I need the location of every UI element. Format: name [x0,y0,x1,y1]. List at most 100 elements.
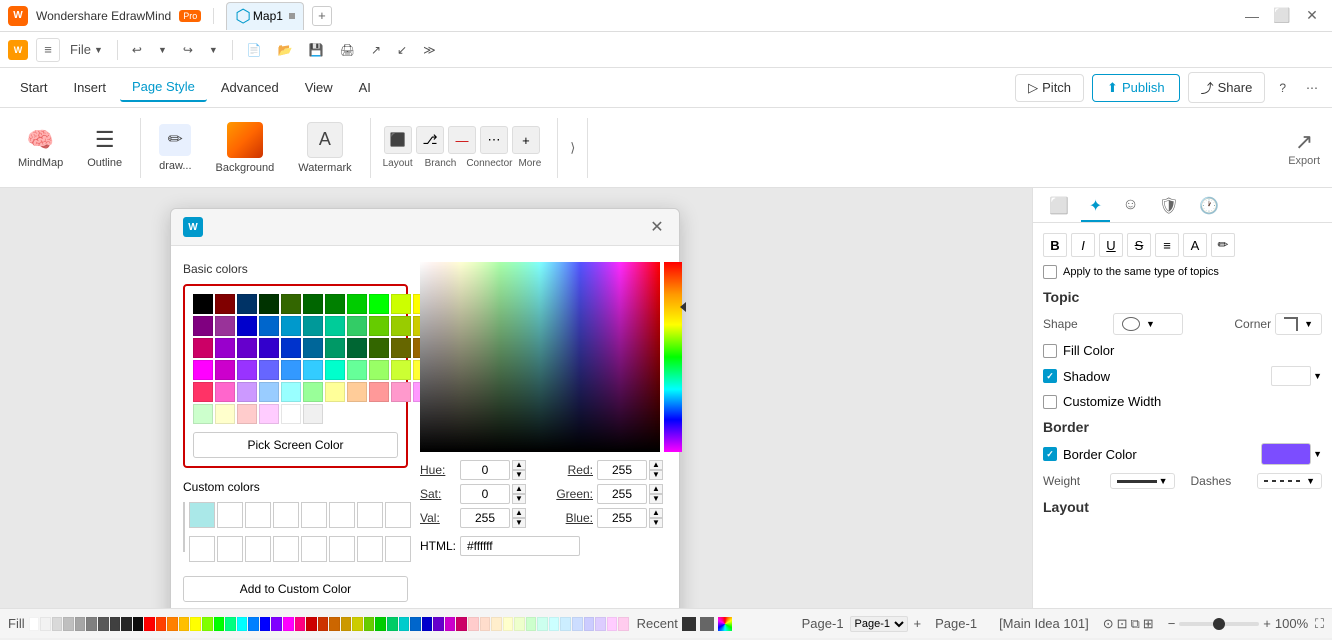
new-button[interactable]: 📄 [241,40,268,60]
basic-swatch-73[interactable] [259,404,279,424]
border-color-checkbox[interactable]: ✓ [1043,447,1057,461]
palette-swatch-29[interactable] [364,617,375,631]
ribbon-outline[interactable]: ☰ Outline [77,123,132,173]
custom-swatch-7[interactable] [385,502,411,528]
palette-swatch-7[interactable] [110,617,121,631]
blue-label[interactable]: Blue: [538,511,593,525]
add-ribbon-button[interactable]: + [512,126,540,154]
red-label[interactable]: Red: [538,463,593,477]
palette-swatch-5[interactable] [86,617,97,631]
palette-swatch-10[interactable] [144,617,155,631]
palette-swatch-17[interactable] [225,617,236,631]
branch-button[interactable]: ⎇ [416,126,444,154]
bold-button[interactable]: B [1043,233,1067,257]
hue-down[interactable]: ▼ [512,470,526,480]
basic-swatch-21[interactable] [347,316,367,336]
hue-input[interactable] [460,460,510,480]
val-label[interactable]: Val: [420,511,460,525]
basic-swatch-51[interactable] [391,360,411,380]
canvas[interactable]: W ✕ Basic colors Pick Screen Color [0,188,1032,608]
green-up[interactable]: ▲ [649,484,663,494]
palette-swatch-34[interactable] [422,617,433,631]
palette-swatch-21[interactable] [271,617,282,631]
file-menu-button[interactable]: File ▼ [64,39,109,60]
page-select[interactable]: Page-1 [850,616,908,632]
basic-swatch-45[interactable] [259,360,279,380]
expand-right-panel[interactable]: ⟩ [566,136,579,160]
basic-swatch-34[interactable] [325,338,345,358]
basic-swatch-60[interactable] [281,382,301,402]
toggle-view[interactable]: ⧉ [1131,616,1140,632]
add-tab-button[interactable]: + [312,6,332,26]
palette-swatch-35[interactable] [433,617,444,631]
add-custom-color-button[interactable]: Add to Custom Color [183,576,408,602]
weight-select[interactable]: ▼ [1110,473,1175,489]
highlight-button[interactable]: ✏ [1211,233,1235,257]
green-label[interactable]: Green: [538,487,593,501]
basic-swatch-56[interactable] [193,382,213,402]
palette-swatch-20[interactable] [260,617,271,631]
palette-swatch-26[interactable] [329,617,340,631]
hue-slider-wrapper[interactable] [664,262,682,452]
basic-swatch-5[interactable] [303,294,323,314]
menu-start[interactable]: Start [8,74,59,101]
underline-button[interactable]: U [1099,233,1123,257]
custom-swatch-13[interactable] [329,536,355,562]
shadow-dropdown[interactable]: ▼ [1313,371,1322,381]
palette-swatch-18[interactable] [237,617,248,631]
basic-swatch-50[interactable] [369,360,389,380]
basic-swatch-9[interactable] [391,294,411,314]
corner-select[interactable]: ▼ [1275,313,1322,335]
blue-input[interactable] [597,508,647,528]
val-down[interactable]: ▼ [512,518,526,528]
palette-swatch-40[interactable] [491,617,502,631]
basic-swatch-44[interactable] [237,360,257,380]
basic-swatch-43[interactable] [215,360,235,380]
apply-same-checkbox[interactable] [1043,265,1057,279]
spectrum-canvas[interactable] [420,262,660,452]
share-button[interactable]: ⤴ Share [1188,72,1266,103]
basic-swatch-71[interactable] [215,404,235,424]
basic-swatch-64[interactable] [369,382,389,402]
basic-swatch-75[interactable] [303,404,323,424]
basic-swatch-29[interactable] [215,338,235,358]
palette-swatch-45[interactable] [549,617,560,631]
undo-button[interactable]: ↩ [126,40,148,60]
palette-swatch-44[interactable] [537,617,548,631]
hue-up[interactable]: ▲ [512,460,526,470]
green-input[interactable] [597,484,647,504]
basic-swatch-3[interactable] [259,294,279,314]
palette-swatch-46[interactable] [560,617,571,631]
val-up[interactable]: ▲ [512,508,526,518]
basic-swatch-7[interactable] [347,294,367,314]
basic-swatch-16[interactable] [237,316,257,336]
custom-swatch-4[interactable] [301,502,327,528]
palette-swatch-6[interactable] [98,617,109,631]
import-button[interactable]: ↙ [391,40,413,60]
sat-label[interactable]: Sat: [420,487,460,501]
zoom-slider[interactable] [1179,622,1259,626]
palette-swatch-2[interactable] [52,617,63,631]
custom-swatch-6[interactable] [357,502,383,528]
expand-view[interactable]: ⛶ [1315,616,1324,632]
palette-swatch-0[interactable] [29,617,40,631]
palette-swatch-38[interactable] [468,617,479,631]
fill-color-checkbox[interactable] [1043,344,1057,358]
custom-swatch-0[interactable] [189,502,215,528]
html-input[interactable] [460,536,580,556]
dashes-select[interactable]: ▼ [1257,473,1322,489]
tab-time[interactable]: 🕐 [1191,192,1227,222]
basic-swatch-1[interactable] [215,294,235,314]
undo-dropdown[interactable]: ▼ [152,42,173,58]
palette-swatch-13[interactable] [179,617,190,631]
palette-swatch-51[interactable] [618,617,628,631]
basic-swatch-17[interactable] [259,316,279,336]
shape-select[interactable]: ▼ [1113,313,1183,335]
basic-swatch-31[interactable] [259,338,279,358]
border-color-swatch[interactable] [1261,443,1311,465]
tab-shape[interactable]: ⬜ [1041,192,1077,222]
publish-button[interactable]: ⬆ Publish [1092,74,1180,102]
basic-swatch-8[interactable] [369,294,389,314]
palette-swatch-48[interactable] [584,617,595,631]
basic-swatch-49[interactable] [347,360,367,380]
